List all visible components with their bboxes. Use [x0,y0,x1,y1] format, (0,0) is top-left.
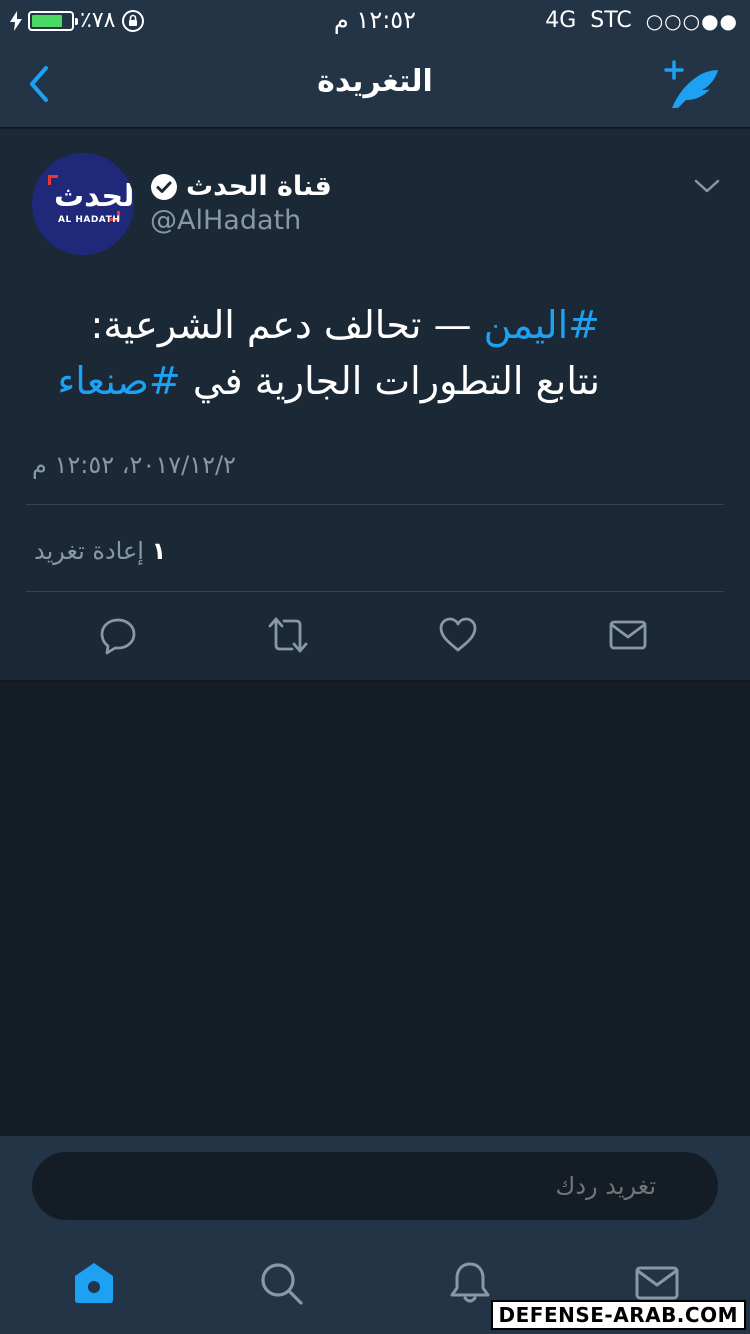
retweet-stats[interactable]: ١ إعادة تغريد [34,537,166,565]
display-name-text: قناة الحدث [186,171,332,202]
display-name[interactable]: قناة الحدث [150,171,332,202]
feather-plus-icon[interactable] [664,58,722,110]
avatar-logo-english: AL HADATH [58,215,121,225]
carrier-name: STC [590,8,632,33]
network-type: 4G [545,8,577,33]
bell-icon[interactable] [447,1260,493,1306]
user-handle[interactable]: @AlHadath [150,205,301,236]
retweet-label: إعادة تغريد [34,537,144,565]
reply-input[interactable] [32,1152,718,1220]
chevron-down-icon[interactable] [694,177,720,195]
tweet-actions [0,609,750,663]
retweet-count: ١ [151,537,167,565]
search-icon[interactable] [258,1260,304,1306]
hashtag-link[interactable]: #اليمن [484,303,600,347]
retweet-icon[interactable] [268,615,308,655]
home-icon[interactable] [71,1260,117,1306]
tweet-detail: الحدث AL HADATH قناة الحدث @AlHadath #ال… [0,129,750,681]
status-bar: ٪٧٨ ١٢:٥٢ م 4G STC ○○○●● [0,0,750,40]
status-right: 4G STC ○○○●● [545,8,738,33]
avatar-logo-arabic: الحدث [54,179,134,214]
envelope-icon[interactable] [608,615,648,655]
tweet-text: #اليمن — تحالف دعم الشرعية: نتابع التطور… [40,297,600,409]
tweet-timestamp: ٢٠١٧/١٢/٢، ١٢:٥٢ م [32,451,236,479]
nav-bar: التغريدة [0,40,750,128]
divider [26,504,724,505]
heart-icon[interactable] [438,615,478,655]
reply-bar [0,1136,750,1236]
avatar[interactable]: الحدث AL HADATH [32,153,134,255]
watermark: DEFENSE-ARAB.COM [490,1300,746,1330]
divider [26,591,724,592]
hashtag-link[interactable]: #صنعاء [57,359,180,403]
reply-icon[interactable] [98,615,138,655]
verified-badge-icon [151,173,177,200]
page-title: التغريدة [317,64,433,99]
signal-strength-icon: ○○○●● [645,8,738,33]
